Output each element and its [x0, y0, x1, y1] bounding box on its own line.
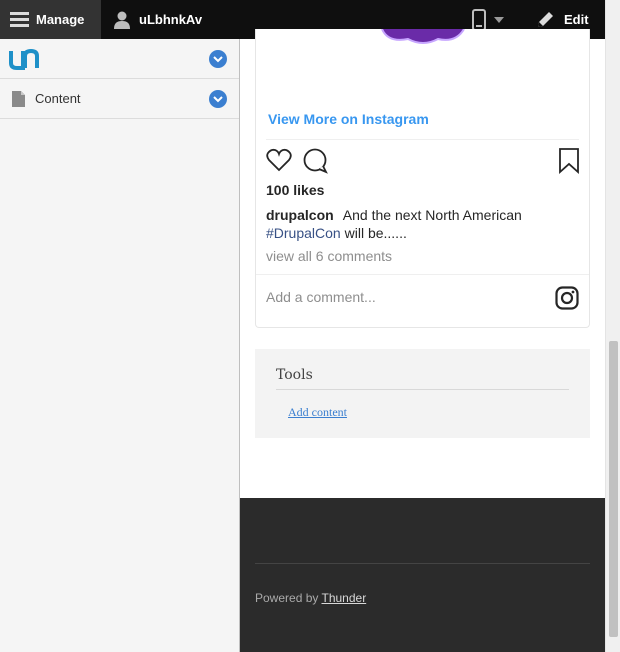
heart-icon[interactable] [266, 148, 292, 172]
thunder-logo-icon [9, 48, 39, 70]
comment-icon[interactable] [302, 148, 328, 174]
pencil-icon [538, 11, 553, 27]
scrollbar[interactable] [605, 0, 620, 652]
divider [266, 139, 579, 140]
divider [276, 389, 569, 390]
page-icon [12, 90, 25, 107]
likes-count: 100 likes [266, 182, 325, 198]
view-all-comments-link[interactable]: view all 6 comments [266, 248, 392, 264]
site-footer: Powered by Thunder [240, 498, 605, 652]
tools-title: Tools [276, 367, 313, 383]
tray-item-thunder[interactable] [0, 39, 239, 79]
caret-down-icon [494, 16, 504, 23]
manage-button[interactable]: Manage [0, 0, 101, 39]
tray-item-content[interactable]: Content [0, 79, 239, 119]
bookmark-icon[interactable] [558, 148, 580, 174]
manage-label: Manage [36, 12, 85, 27]
caption-text: And the next North American [342, 207, 522, 223]
add-comment-input[interactable]: Add a comment... [266, 289, 376, 305]
chevron-down-icon[interactable] [209, 90, 227, 108]
content-label: Content [35, 91, 81, 106]
user-name: uLbhnkAv [139, 12, 203, 27]
view-more-link[interactable]: View More on Instagram [268, 111, 429, 127]
user-menu-button[interactable]: uLbhnkAv [101, 0, 202, 39]
post-caption: drupalcon And the next North American #D… [266, 206, 566, 242]
instagram-image-fragment [381, 29, 465, 44]
divider [255, 563, 590, 564]
tools-block: Tools Add content [255, 349, 590, 438]
powered-by: Powered by Thunder [255, 591, 366, 605]
phone-icon [472, 8, 486, 31]
caption-tail: will be...... [344, 225, 407, 241]
user-icon [114, 11, 130, 29]
instagram-embed: View More on Instagram 100 likes drupalc… [255, 29, 590, 328]
main-content: View More on Instagram 100 likes drupalc… [240, 29, 605, 652]
powered-prefix: Powered by [255, 591, 319, 605]
edit-label: Edit [564, 12, 589, 27]
scrollbar-thumb[interactable] [609, 341, 618, 637]
chevron-down-icon[interactable] [209, 50, 227, 68]
divider [256, 274, 589, 275]
add-content-link[interactable]: Add content [288, 405, 347, 420]
instagram-icon[interactable] [555, 286, 579, 310]
toolbar-tray: Content [0, 39, 240, 652]
thunder-link[interactable]: Thunder [322, 591, 367, 605]
post-username[interactable]: drupalcon [266, 207, 334, 223]
hamburger-icon [10, 12, 29, 27]
hashtag-link[interactable]: #DrupalCon [266, 225, 341, 241]
